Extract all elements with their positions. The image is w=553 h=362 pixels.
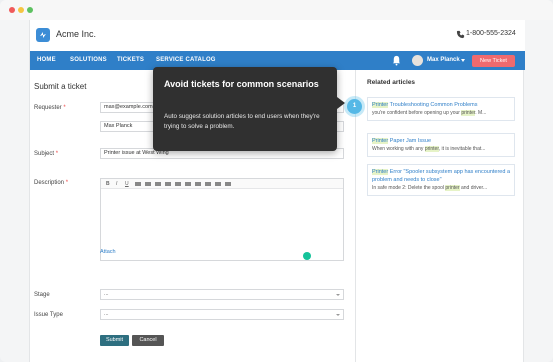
align-left-icon[interactable] — [175, 182, 181, 186]
article-title: Printer Troubleshooting Common Problems — [372, 101, 510, 109]
subject-label: Subject * — [34, 151, 58, 157]
snippet-text: When working with any — [372, 146, 425, 152]
new-ticket-button[interactable]: New Ticket — [472, 55, 515, 67]
dropdown-caret-icon[interactable] — [461, 59, 465, 62]
brand-name: Acme Inc. — [56, 29, 97, 39]
article-snippet: In safe mode 2: Delete the spool printer… — [372, 184, 510, 192]
insert-link-icon[interactable] — [215, 182, 221, 186]
description-editor[interactable]: B I U — [100, 178, 344, 261]
article-title-text: Error "Spooler subsystem app has encount… — [372, 169, 511, 183]
brand-bar: Acme Inc. 1-800-555-2324 — [30, 20, 525, 51]
snippet-text: . M... — [475, 110, 487, 116]
snippet-text: and driver... — [459, 185, 488, 191]
nav-solutions[interactable]: SOLUTIONS — [70, 57, 107, 63]
keyword-highlight: printer — [445, 185, 460, 191]
close-window-icon[interactable] — [9, 7, 15, 13]
issue-type-select-value: ... — [104, 311, 109, 317]
requester-label: Requester * — [34, 105, 66, 111]
stage-select[interactable]: ... — [100, 289, 344, 300]
support-phone: 1-800-555-2324 — [466, 30, 516, 37]
feature-tooltip: Avoid tickets for common scenarios Auto … — [153, 67, 337, 151]
description-label-text: Description — [34, 180, 65, 186]
related-articles-title: Related articles — [367, 79, 416, 86]
description-label: Description * — [34, 180, 68, 186]
snippet-text: In safe mode 2: Delete the spool — [372, 185, 446, 191]
bell-icon[interactable] — [391, 55, 402, 66]
article-snippet: When working with any printer, it is ine… — [372, 145, 510, 153]
snippet-text: , it is inevitable that... — [438, 146, 486, 152]
issue-type-label: Issue Type — [34, 312, 63, 318]
indent-icon[interactable] — [165, 182, 171, 186]
italic-button[interactable]: I — [116, 181, 117, 187]
cancel-button[interactable]: Cancel — [132, 335, 164, 346]
phone-icon — [456, 30, 465, 39]
article-title-text: Troubleshooting Common Problems — [389, 102, 478, 108]
subject-label-text: Subject — [34, 151, 55, 157]
step-marker[interactable]: 1 — [347, 99, 362, 114]
related-article[interactable]: Printer Troubleshooting Common Problems … — [367, 97, 515, 121]
editor-toolbar: B I U — [101, 179, 343, 189]
keyword-highlight: Printer — [372, 138, 389, 144]
keyword-highlight: Printer — [372, 169, 389, 175]
keyword-highlight: Printer — [372, 102, 389, 108]
keyword-highlight: printer — [461, 110, 476, 116]
chevron-down-icon — [336, 294, 340, 296]
requester-label-text: Requester — [34, 105, 62, 111]
acme-logo-icon[interactable] — [36, 28, 50, 42]
nav-service-catalog[interactable]: SERVICE CATALOG — [156, 57, 216, 63]
user-avatar-icon[interactable] — [412, 55, 423, 66]
numbered-list-icon[interactable] — [145, 182, 151, 186]
article-title-text: Paper Jam Issue — [389, 138, 432, 144]
article-title: Printer Paper Jam Issue — [372, 137, 510, 145]
snippet-text: you're confident before opening up your — [372, 110, 462, 116]
submit-button[interactable]: Submit — [100, 335, 129, 346]
related-article[interactable]: Printer Paper Jam Issue When working wit… — [367, 133, 515, 157]
form-title: Submit a ticket — [34, 82, 87, 91]
required-mark: * — [65, 180, 69, 186]
align-center-icon[interactable] — [185, 182, 191, 186]
article-title: Printer Error "Spooler subsystem app has… — [372, 168, 510, 184]
related-article[interactable]: Printer Error "Spooler subsystem app has… — [367, 164, 515, 196]
article-snippet: you're confident before opening up your … — [372, 109, 510, 117]
insert-image-icon[interactable] — [205, 182, 211, 186]
underline-button[interactable]: U — [125, 181, 129, 187]
outdent-icon[interactable] — [155, 182, 161, 186]
keyword-highlight: printer — [424, 146, 439, 152]
required-mark: * — [63, 105, 66, 111]
align-right-icon[interactable] — [195, 182, 201, 186]
bold-button[interactable]: B — [106, 181, 110, 187]
tooltip-body: Auto suggest solution articles to end us… — [164, 113, 320, 130]
browser-window: Acme Inc. 1-800-555-2324 HOME SOLUTIONS … — [0, 0, 553, 362]
nav-home[interactable]: HOME — [37, 57, 56, 63]
issue-type-select[interactable]: ... — [100, 309, 344, 320]
stage-select-value: ... — [104, 291, 109, 297]
maximize-window-icon[interactable] — [27, 7, 33, 13]
chevron-down-icon — [336, 314, 340, 316]
bullet-list-icon[interactable] — [135, 182, 141, 186]
minimize-window-icon[interactable] — [18, 7, 24, 13]
tooltip-title: Avoid tickets for common scenarios — [164, 79, 319, 89]
required-mark: * — [55, 151, 59, 157]
attach-link[interactable]: Attach — [100, 249, 116, 255]
user-menu[interactable]: Max Planck — [427, 57, 460, 63]
insert-code-icon[interactable] — [225, 182, 231, 186]
nav-tickets[interactable]: TICKETS — [117, 57, 144, 63]
grammarly-icon[interactable] — [303, 252, 311, 260]
stage-label: Stage — [34, 292, 50, 298]
helpdesk-page: Acme Inc. 1-800-555-2324 HOME SOLUTIONS … — [29, 20, 525, 362]
window-titlebar — [0, 0, 553, 20]
